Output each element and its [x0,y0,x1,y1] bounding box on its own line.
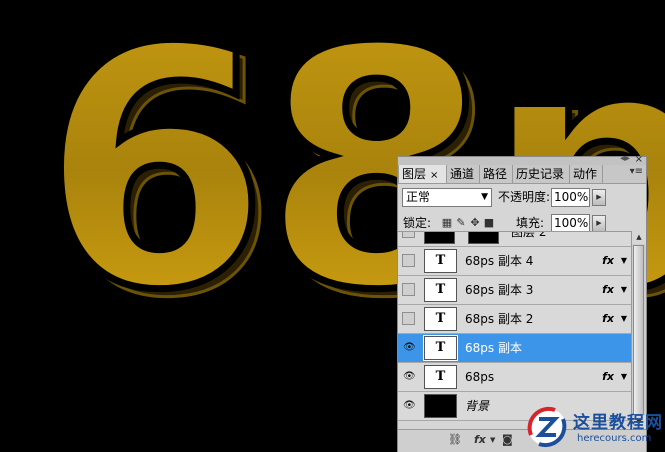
link-layers-icon[interactable]: ⛓ [448,433,462,447]
lock-transparent-icon[interactable]: ▦ [441,217,453,229]
tab-paths[interactable]: 路径 [480,165,513,183]
scroll-up-icon[interactable]: ▲ [632,231,646,244]
layer-name: 68ps [465,370,495,384]
fill-value: 100% [554,216,589,230]
blend-mode-value: 正常 [406,190,431,204]
watermark-title: 这里教程网 [573,413,663,433]
eye-icon[interactable]: 👁 [402,341,416,354]
layer-name: 68ps 副本 4 [465,254,534,268]
visibility-toggle[interactable] [402,312,415,325]
watermark-logo [527,406,567,448]
visibility-toggle[interactable] [402,254,415,267]
visibility-toggle[interactable] [402,232,415,238]
fx-icon[interactable]: fx [602,363,614,391]
eye-icon[interactable]: 👁 [402,370,416,383]
fx-icon[interactable]: fx [602,247,614,275]
background-layer-thumbnail [424,394,457,418]
lock-all-icon[interactable]: ■ [483,217,495,229]
layer-row[interactable]: 图层 2 [398,231,631,247]
add-mask-icon[interactable]: ◙ [502,433,513,447]
chevron-down-icon[interactable]: ▼ [621,305,627,333]
tab-channels[interactable]: 通道 [447,165,480,183]
chevron-down-icon: ▼ [481,192,488,202]
watermark: 这里教程网 herecours.com [525,403,665,452]
layer-row[interactable]: T 68ps 副本 3 fx ▼ [398,276,631,305]
tab-paths-label: 路径 [483,167,508,181]
text-layer-thumbnail: T [424,365,457,389]
layers-list: 图层 2 T 68ps 副本 4 fx ▼ T 68ps 副本 3 fx ▼ T… [398,231,631,430]
tab-channels-label: 通道 [450,167,475,181]
layer-name: 图层 2 [511,231,547,239]
layers-scrollbar[interactable]: ▲ ▼ [631,231,646,429]
tab-actions[interactable]: 动作 [570,165,603,183]
tab-history[interactable]: 历史记录 [513,165,570,183]
opacity-slider-button[interactable]: ▶ [592,189,606,206]
add-style-icon[interactable]: fx [474,433,486,447]
opacity-value: 100% [554,190,589,204]
chevron-down-icon[interactable]: ▼ [621,276,627,304]
tab-actions-label: 动作 [573,167,598,181]
layer-name: 68ps 副本 2 [465,312,534,326]
chevron-down-icon[interactable]: ▼ [490,433,495,447]
layer-row[interactable]: T 68ps 副本 2 fx ▼ [398,305,631,334]
layer-row[interactable]: 👁 T 68ps fx ▼ [398,363,631,392]
text-layer-thumbnail: T [424,307,457,331]
text-layer-thumbnail: T [423,335,458,361]
layer-name: 68ps 副本 3 [465,283,534,297]
chevron-down-icon[interactable]: ▼ [621,247,627,275]
collapse-icon[interactable]: ◂▸ [620,153,630,164]
tab-layers[interactable]: 图层 × [398,165,447,183]
layer-row[interactable]: T 68ps 副本 4 fx ▼ [398,247,631,276]
layer-mask-thumbnail [468,232,499,244]
opacity-label: 不透明度: [498,190,551,204]
scrollbar-thumb[interactable] [633,245,644,415]
panel-menu-icon[interactable]: ▾≡ [630,166,643,177]
tab-layers-label: 图层 [402,167,427,181]
fill-slider-button[interactable]: ▶ [592,215,606,232]
text-layer-thumbnail: T [424,278,457,302]
layer-thumbnail [424,232,455,244]
eye-icon[interactable]: 👁 [402,399,416,412]
visibility-toggle[interactable] [402,283,415,296]
panel-tabs: 图层 × 通道 路径 历史记录 动作 ▾≡ [398,165,646,184]
layer-name: 背景 [465,399,490,413]
fx-icon[interactable]: fx [602,305,614,333]
tab-history-label: 历史记录 [516,167,565,181]
opacity-input[interactable]: 100% [551,188,590,207]
blend-mode-select[interactable]: 正常 ▼ [402,188,492,207]
layer-name: 68ps 副本 [465,341,522,355]
chevron-down-icon[interactable]: ▼ [621,363,627,391]
fx-icon[interactable]: fx [602,276,614,304]
text-layer-thumbnail: T [424,249,457,273]
tab-close-icon[interactable]: × [430,170,438,181]
watermark-url: herecours.com [577,433,652,444]
lock-pixels-icon[interactable]: ✎ [455,217,467,229]
lock-position-icon[interactable]: ✥ [469,217,481,229]
layer-row-selected[interactable]: 👁 T 68ps 副本 [398,334,631,363]
